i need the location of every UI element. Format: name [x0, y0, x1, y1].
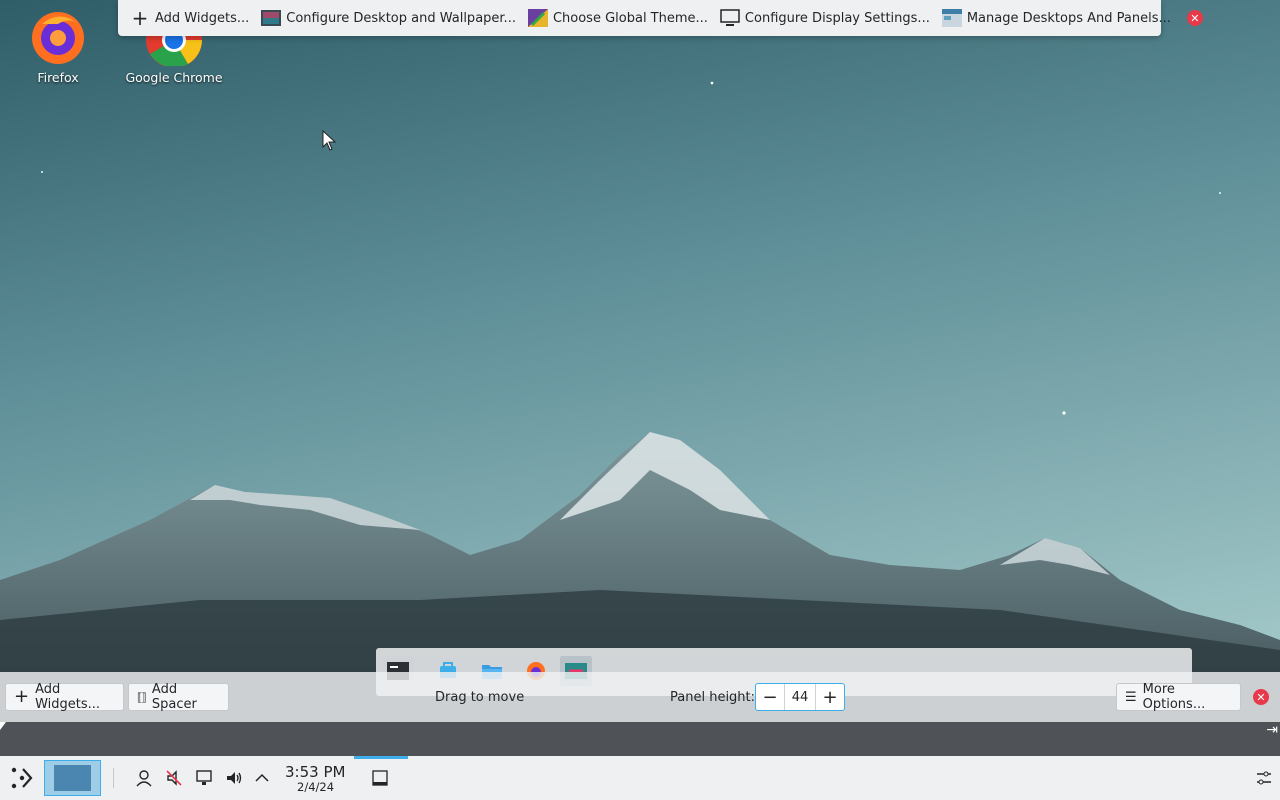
panel-height-label: Panel height: — [670, 690, 756, 705]
increase-height-button[interactable]: + — [816, 684, 844, 710]
left-offset-handle[interactable] — [0, 722, 6, 730]
close-edit-mode-button[interactable]: ✕ — [1181, 3, 1209, 33]
desktop-icon-label: Google Chrome — [125, 70, 223, 85]
theme-icon — [527, 8, 548, 28]
close-icon: ✕ — [1186, 10, 1203, 26]
manage-desktops-button[interactable]: Manage Desktops And Panels... — [936, 3, 1177, 33]
volume-icon[interactable] — [224, 768, 244, 788]
firefox-icon — [28, 6, 88, 66]
configure-display-button[interactable]: Configure Display Settings... — [714, 3, 936, 33]
more-options-button[interactable]: ☰ More Options... — [1116, 682, 1241, 712]
plus-icon: + — [14, 686, 30, 707]
panel-configure-icon[interactable] — [1254, 768, 1274, 788]
spacer-icon: ⟦⟧ — [137, 690, 147, 704]
bottom-panel: 3:53 PM 2/4/24 — [0, 756, 1280, 800]
add-spacer-label: Add Spacer — [151, 682, 197, 712]
choose-theme-label: Choose Global Theme... — [552, 10, 708, 26]
manage-desktops-label: Manage Desktops And Panels... — [966, 10, 1171, 26]
network-wired-icon[interactable] — [194, 768, 214, 788]
panel-height-value[interactable]: 44 — [784, 684, 816, 710]
panel-height-stepper[interactable]: − 44 + — [755, 683, 845, 711]
desktop-icon-firefox[interactable]: Firefox — [8, 6, 108, 85]
add-spacer-button[interactable]: ⟦⟧ Add Spacer — [128, 682, 229, 712]
wallpaper-icon — [261, 8, 282, 28]
drag-to-move-handle[interactable]: Drag to move — [435, 690, 524, 705]
show-desktop-icon[interactable] — [370, 768, 390, 788]
pager-desktop-1[interactable] — [44, 760, 101, 796]
notifications-muted-icon[interactable] — [164, 768, 184, 788]
plus-icon: + — [131, 6, 149, 30]
choose-global-theme-button[interactable]: Choose Global Theme... — [522, 3, 714, 33]
panel-ruler[interactable]: ⇥ — [0, 722, 1280, 756]
panel-focus-indicator — [354, 756, 408, 759]
panel-config-toolbar: + Add Widgets... ⟦⟧ Add Spacer Drag to m… — [0, 672, 1280, 722]
expand-tray-chevron-icon[interactable] — [254, 768, 270, 788]
desktop-edit-toolbar: + Add Widgets... Configure Desktop and W… — [118, 0, 1203, 36]
right-max-handle[interactable]: ⇥ — [1266, 722, 1278, 738]
add-widgets-button[interactable]: + Add Widgets... — [118, 3, 255, 33]
pager-window-preview — [54, 765, 91, 791]
sliders-icon: ☰ — [1125, 689, 1137, 705]
close-panel-config-button[interactable]: ✕ — [1253, 689, 1269, 705]
configure-desktop-label: Configure Desktop and Wallpaper... — [286, 10, 516, 26]
panel-add-widgets-button[interactable]: + Add Widgets... — [5, 682, 124, 712]
clock-time[interactable]: 3:53 PM — [285, 764, 345, 780]
clock-date[interactable]: 2/4/24 — [297, 781, 334, 793]
mouse-pointer-icon — [322, 129, 338, 152]
user-icon[interactable] — [134, 768, 154, 788]
panel-add-widgets-label: Add Widgets... — [35, 682, 101, 712]
monitor-icon — [720, 8, 740, 28]
panel-separator — [113, 768, 114, 788]
add-widgets-label: Add Widgets... — [155, 10, 250, 26]
more-options-label: More Options... — [1142, 682, 1206, 712]
desktop-icon-label: Firefox — [37, 70, 79, 85]
configure-desktop-button[interactable]: Configure Desktop and Wallpaper... — [255, 3, 522, 33]
display-settings-label: Configure Display Settings... — [744, 10, 930, 26]
desktops-panels-icon — [941, 8, 962, 28]
decrease-height-button[interactable]: − — [756, 684, 784, 710]
application-launcher-icon[interactable] — [8, 764, 36, 792]
